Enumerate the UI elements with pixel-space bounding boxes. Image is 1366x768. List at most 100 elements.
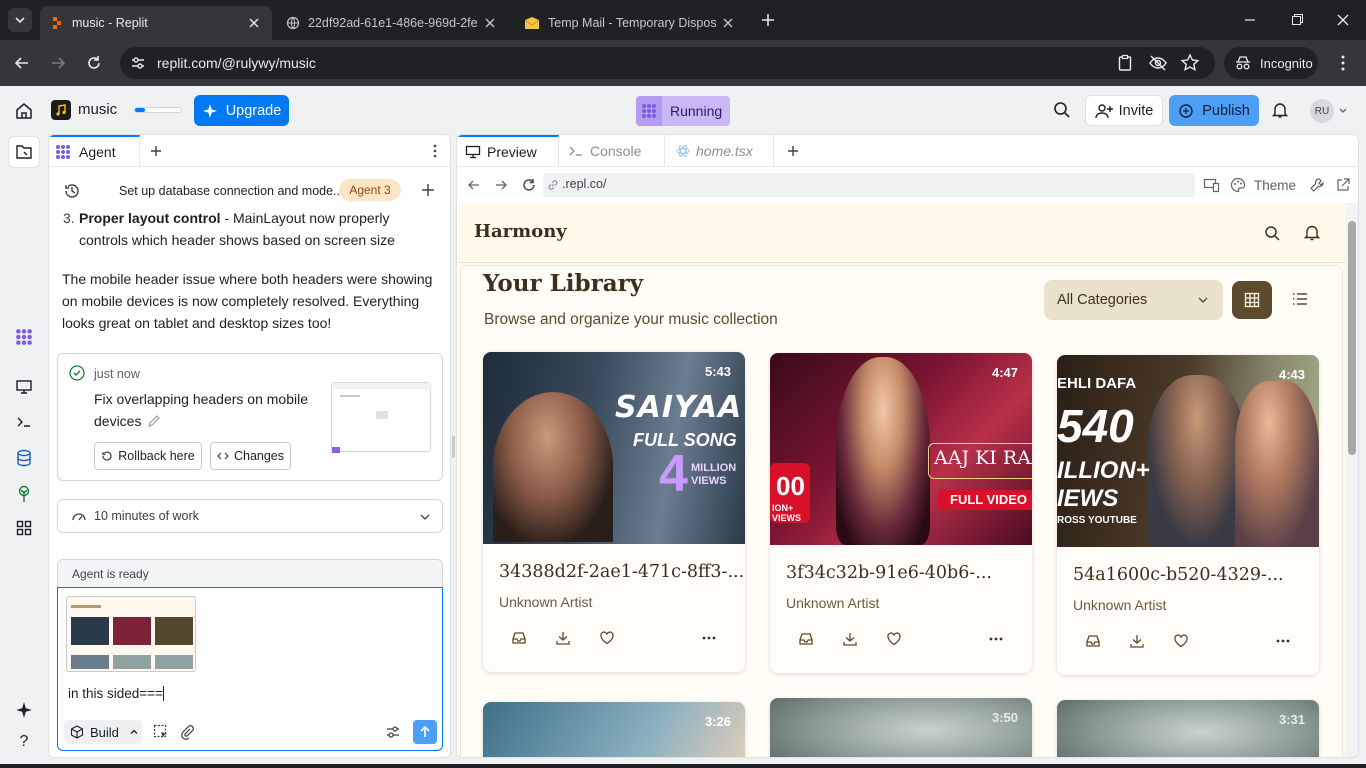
forward-button[interactable]	[48, 53, 68, 73]
close-window-button[interactable]	[1333, 12, 1353, 28]
eye-slash-icon[interactable]	[1148, 54, 1168, 72]
upgrade-button[interactable]: Upgrade	[194, 95, 289, 126]
browser-tab-replit[interactable]: music - Replit	[40, 6, 272, 40]
apps-rail-button[interactable]	[12, 516, 36, 540]
incognito-indicator[interactable]: Incognito	[1224, 47, 1318, 79]
attach-paperclip-icon[interactable]	[179, 724, 195, 740]
app-brand[interactable]: Harmony	[474, 221, 567, 242]
changes-button[interactable]: Changes	[210, 442, 291, 470]
album-art[interactable]: EHLI DAFA 540 ILLION+ IEWS ROSS YOUTUBE …	[1057, 355, 1319, 547]
category-select[interactable]: All Categories	[1044, 280, 1223, 320]
download-icon[interactable]	[1129, 633, 1145, 649]
scrollbar-thumb[interactable]	[1348, 221, 1356, 455]
app-search-button[interactable]	[1264, 225, 1280, 241]
preview-rail-button[interactable]	[12, 375, 36, 399]
help-icon[interactable]: ?	[12, 730, 36, 754]
add-tab-button[interactable]	[786, 144, 800, 158]
browser-tab-2[interactable]: 22df92ad-61e1-486e-969d-2fe	[276, 6, 508, 40]
prompt-input-area[interactable]: in this sided=== Build	[57, 587, 443, 751]
pane-resize-handle[interactable]	[452, 436, 455, 458]
close-icon[interactable]	[246, 15, 262, 31]
song-title[interactable]: 3f34c32b-91e6-40b6-...	[786, 563, 992, 583]
heart-icon[interactable]	[599, 630, 615, 646]
ai-rail-button[interactable]	[12, 698, 36, 722]
prompt-text[interactable]: in this sided===	[68, 686, 164, 701]
new-thread-button[interactable]	[421, 183, 435, 197]
song-title[interactable]: 54a1600c-b520-4329-...	[1073, 565, 1284, 585]
tab-home-tsx[interactable]: home.tsx	[666, 135, 774, 167]
song-card[interactable]: 00 ION+ VIEWS AAJ KI RAA FULL VIDEO 4:47…	[770, 353, 1032, 673]
pane-menu-button[interactable]	[427, 143, 443, 159]
settings-sliders-icon[interactable]	[385, 724, 401, 740]
preview-forward-button[interactable]	[493, 177, 509, 193]
preview-scrollbar[interactable]	[1345, 203, 1358, 757]
checkpoint-screenshot-thumbnail[interactable]	[331, 382, 432, 453]
send-button[interactable]	[413, 720, 437, 744]
reload-button[interactable]	[84, 53, 104, 73]
agent-rail-button[interactable]	[12, 325, 36, 349]
song-card[interactable]: 3:31	[1057, 700, 1319, 757]
address-bar[interactable]: replit.com/@rulywy/music	[120, 47, 1215, 79]
open-external-icon[interactable]	[1335, 177, 1351, 193]
song-card[interactable]: 3:26	[483, 702, 745, 757]
add-to-library-icon[interactable]	[798, 631, 814, 647]
run-status-button[interactable]: Running	[636, 96, 730, 126]
theme-button[interactable]: Theme	[1230, 177, 1296, 193]
close-icon[interactable]	[482, 15, 498, 31]
attached-screenshot[interactable]	[66, 596, 196, 672]
select-element-icon[interactable]	[153, 724, 169, 740]
search-button[interactable]	[1053, 101, 1071, 119]
list-view-button[interactable]	[1292, 292, 1308, 306]
grid-view-button[interactable]	[1232, 281, 1272, 319]
history-icon[interactable]	[63, 182, 81, 200]
thread-title[interactable]: Set up database connection and mode...	[119, 184, 343, 198]
app-notifications-button[interactable]	[1304, 224, 1320, 241]
download-icon[interactable]	[555, 630, 571, 646]
clipboard-icon[interactable]	[1116, 54, 1134, 72]
tab-search-button[interactable]	[8, 8, 32, 32]
more-options-icon[interactable]	[701, 630, 717, 646]
rollback-button[interactable]: Rollback here	[94, 442, 202, 470]
tab-console[interactable]: Console	[560, 135, 665, 167]
home-button[interactable]	[14, 101, 34, 121]
site-info-icon[interactable]	[128, 53, 150, 73]
add-tab-button[interactable]	[149, 144, 163, 158]
song-card[interactable]: SAIYAA FULL SONG 4 MILLION VIEWS 5:43 34…	[483, 352, 745, 672]
preview-reload-button[interactable]	[521, 177, 537, 193]
close-icon[interactable]	[720, 15, 736, 31]
browser-menu-button[interactable]	[1334, 54, 1352, 72]
project-name[interactable]: music	[78, 101, 117, 118]
more-options-icon[interactable]	[1275, 633, 1291, 649]
deploy-rail-button[interactable]	[12, 482, 36, 506]
work-summary[interactable]: 10 minutes of work	[57, 499, 443, 533]
song-card[interactable]: 3:50	[770, 698, 1032, 757]
url-text[interactable]: replit.com/@rulywy/music	[157, 55, 316, 71]
album-art[interactable]: SAIYAA FULL SONG 4 MILLION VIEWS 5:43	[483, 352, 745, 544]
download-icon[interactable]	[842, 631, 858, 647]
tab-agent[interactable]: Agent	[49, 135, 140, 167]
wrench-icon[interactable]	[1309, 177, 1325, 193]
edit-pencil-icon[interactable]	[147, 414, 161, 428]
song-title[interactable]: 34388d2f-2ae1-471c-8ff3-...	[499, 562, 744, 582]
notifications-button[interactable]	[1271, 101, 1289, 119]
console-rail-button[interactable]	[12, 410, 36, 434]
tab-preview[interactable]: Preview	[457, 135, 559, 167]
avatar[interactable]: RU	[1310, 99, 1334, 123]
files-toggle-button[interactable]	[8, 136, 40, 168]
mode-select[interactable]: Build	[64, 720, 142, 744]
add-to-library-icon[interactable]	[511, 630, 527, 646]
song-card[interactable]: EHLI DAFA 540 ILLION+ IEWS ROSS YOUTUBE …	[1057, 355, 1319, 675]
new-tab-button[interactable]	[758, 10, 778, 30]
back-button[interactable]	[12, 53, 32, 73]
invite-button[interactable]: Invite	[1085, 95, 1163, 126]
add-to-library-icon[interactable]	[1085, 633, 1101, 649]
bookmark-star-icon[interactable]	[1180, 53, 1200, 73]
chevron-down-icon[interactable]	[1338, 106, 1348, 116]
album-art[interactable]: 00 ION+ VIEWS AAJ KI RAA FULL VIDEO 4:47	[770, 353, 1032, 545]
more-options-icon[interactable]	[988, 631, 1004, 647]
heart-icon[interactable]	[886, 631, 902, 647]
heart-icon[interactable]	[1173, 633, 1189, 649]
restore-button[interactable]	[1287, 12, 1307, 28]
preview-url-field[interactable]: .repl.co/	[543, 173, 1195, 197]
database-rail-button[interactable]	[12, 446, 36, 470]
